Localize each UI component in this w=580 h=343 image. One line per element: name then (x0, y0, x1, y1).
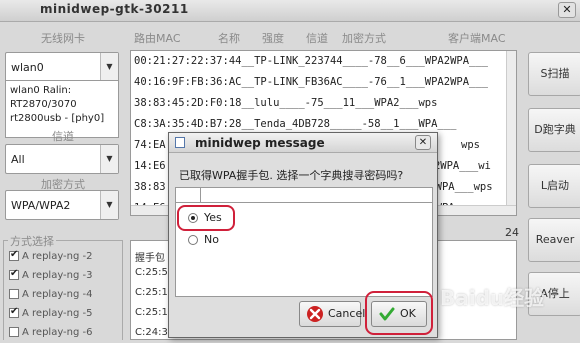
ap-count: 24 (505, 226, 519, 239)
cancel-icon (307, 306, 323, 322)
chevron-down-icon: ▼ (100, 145, 118, 173)
scan-button[interactable]: S扫描 (528, 52, 580, 96)
method-label: A replay-ng -2 (22, 251, 93, 262)
dialog-close-button[interactable]: ✕ (415, 135, 431, 150)
col-header-signal[interactable]: 强度 (262, 30, 284, 46)
row-tail: wps (461, 139, 480, 151)
iface-combo[interactable]: wlan0 ▼ (5, 52, 119, 82)
method-group: 方式选择 A replay-ng -2 A replay-ng -3 A rep… (3, 233, 123, 343)
col-header-mac[interactable]: 路由MAC (134, 30, 181, 46)
dictionary-button[interactable]: D跑字典 (528, 108, 580, 152)
chevron-down-icon: ▼ (100, 191, 118, 219)
enc-combo[interactable]: WPA/WPA2 ▼ (5, 190, 119, 220)
row-text: 14:E6: (134, 160, 172, 172)
cancel-button[interactable]: Cancel (299, 301, 365, 327)
method-option[interactable]: A replay-ng -3 (9, 268, 93, 286)
table-row[interactable]: 38:83:45:2D:F0:18__lulu____-75___11___WP… (131, 93, 516, 114)
table-row[interactable]: 40:16:9F:FB:36:AC__TP-LINK_FB36AC____-76… (131, 72, 516, 93)
method-label: A replay-ng -5 (22, 308, 93, 319)
method-option[interactable]: A replay-ng -6 (9, 327, 93, 343)
checkbox-icon[interactable] (9, 249, 19, 261)
window-close-button[interactable]: ✕ (558, 2, 576, 18)
radio-icon[interactable] (188, 235, 198, 245)
vertical-scrollbar[interactable] (506, 51, 516, 215)
col-header-channel[interactable]: 信道 (306, 30, 328, 46)
table-row[interactable]: 00:21:27:22:37:44__TP-LINK_223744____-78… (131, 51, 516, 72)
method-option[interactable]: A replay-ng -5 (9, 306, 93, 324)
watermark-logo: Baidu经验 (440, 286, 545, 310)
dialog-title: minidwep message (195, 136, 325, 150)
col-header-enc[interactable]: 加密方式 (342, 30, 386, 46)
iface-info-line: RT2870/3070 (10, 99, 77, 110)
left-panel: 无线网卡 wlan0 ▼ wlan0 Ralin: RT2870/3070 rt… (0, 22, 126, 340)
start-button[interactable]: L启动 (528, 164, 580, 208)
method-option[interactable]: A replay-ng -2 (9, 249, 93, 267)
iface-value: wlan0 (11, 61, 44, 74)
col-header-client[interactable]: 客户端MAC (448, 30, 506, 46)
column-divider (200, 188, 201, 202)
reaver-button[interactable]: Reaver (528, 218, 580, 262)
title-bar: minidwep-gtk-30211 ✕ (0, 0, 580, 22)
row-text: 74:EA: (134, 139, 172, 151)
method-option[interactable]: A replay-ng -4 (9, 289, 93, 305)
handshake-label: 握手包 (135, 253, 165, 264)
method-label: A replay-ng -4 (22, 289, 93, 300)
method-group-title: 方式选择 (8, 233, 56, 249)
table-headers: 路由MAC 名称 强度 信道 加密方式 客户端MAC (130, 30, 520, 46)
channel-label: 信道 (52, 130, 74, 143)
dialog-list-header (175, 187, 433, 203)
highlight-yes (177, 205, 235, 231)
iface-info-line: wlan0 Ralin: (10, 85, 72, 96)
iface-info-line: rt2800usb - [phy0] (10, 113, 105, 124)
option-no[interactable]: No (188, 233, 219, 249)
window-icon (175, 137, 185, 148)
highlight-ok (365, 291, 433, 335)
checkbox-icon[interactable] (9, 289, 19, 299)
message-dialog: minidwep message ✕ 已取得WPA握手包. 选择一个字典搜寻密码… (168, 132, 438, 338)
checkbox-icon[interactable] (9, 306, 19, 318)
checkbox-icon[interactable] (9, 327, 19, 337)
checkbox-icon[interactable] (9, 268, 19, 280)
iface-label: 无线网卡 (41, 32, 85, 45)
dialog-prompt: 已取得WPA握手包. 选择一个字典搜寻密码吗? (179, 169, 404, 182)
channel-value: All (11, 153, 25, 166)
enc-value: WPA/WPA2 (11, 199, 71, 212)
channel-combo[interactable]: All ▼ (5, 144, 119, 174)
row-text: 38:83: (134, 181, 172, 193)
dialog-title-bar: minidwep message ✕ (169, 133, 437, 153)
option-label: No (204, 233, 219, 246)
col-header-name[interactable]: 名称 (218, 30, 240, 46)
window-title: minidwep-gtk-30211 (40, 2, 189, 16)
method-label: A replay-ng -3 (22, 270, 93, 281)
chevron-down-icon: ▼ (100, 53, 118, 81)
cancel-label: Cancel (328, 307, 366, 320)
method-label: A replay-ng -6 (22, 327, 93, 338)
